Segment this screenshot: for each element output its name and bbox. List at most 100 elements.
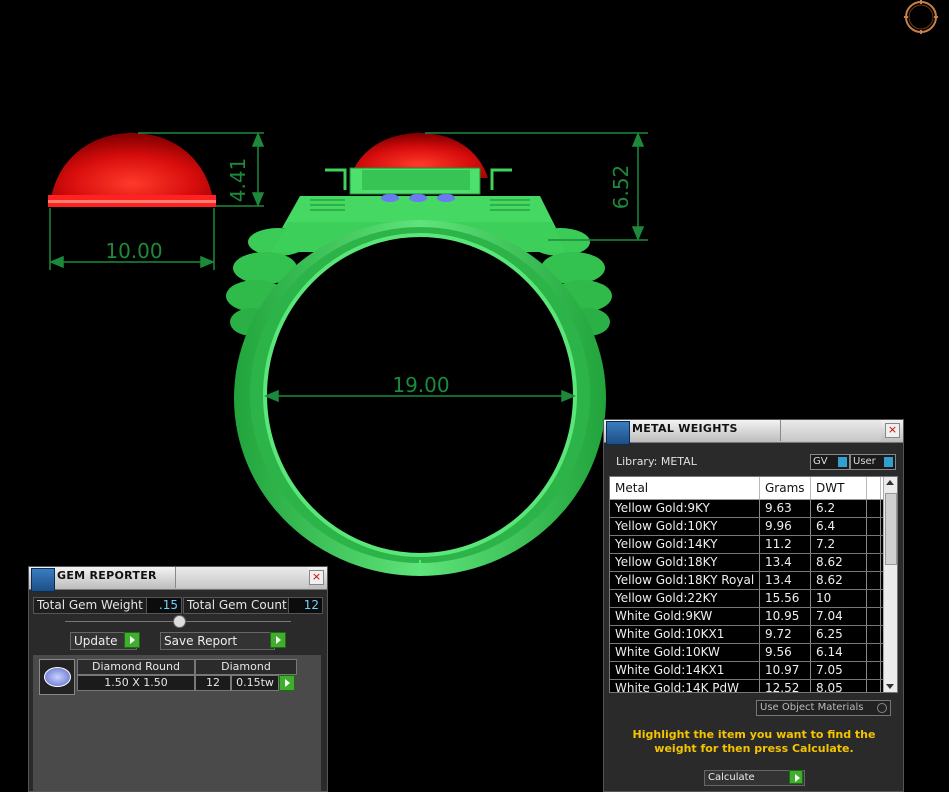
- dwt-cell: 7.05: [811, 662, 867, 679]
- grams-cell: 9.72: [760, 626, 811, 643]
- user-toggle[interactable]: User: [850, 454, 896, 470]
- table-row[interactable]: White Gold:9KW 10.95 7.04: [610, 608, 897, 626]
- total-gem-count-value: 12: [288, 597, 323, 614]
- dwt-cell: 6.14: [811, 644, 867, 661]
- scroll-down-icon[interactable]: [886, 684, 894, 689]
- dwt-cell: 6.4: [811, 518, 867, 535]
- table-body: Yellow Gold:9KY 9.63 6.2 Yellow Gold:10KY 9.…: [610, 500, 897, 692]
- metal-cell: Yellow Gold:9KY: [610, 500, 760, 517]
- gv-toggle[interactable]: GV: [810, 454, 850, 470]
- grams-cell: 13.4: [760, 572, 811, 589]
- table-row[interactable]: Yellow Gold:9KY 9.63 6.2: [610, 500, 897, 518]
- gem-name: Diamond Round: [77, 659, 195, 675]
- dwt-cell: 8.05: [811, 680, 867, 692]
- save-report-button[interactable]: Save Report: [160, 632, 275, 650]
- metal-cell: Yellow Gold:18KY Royal: [610, 572, 760, 589]
- gem-reporter-icon: [31, 568, 55, 592]
- grams-cell: 9.56: [760, 644, 811, 661]
- title-tab: [175, 567, 308, 588]
- calculate-arrow-icon[interactable]: [789, 770, 803, 784]
- total-gem-weight-label: Total Gem Weight: [33, 597, 147, 614]
- gem-width-label: 10.00: [105, 239, 162, 263]
- ring-height-label: 6.52: [609, 165, 633, 210]
- scroll-up-icon[interactable]: [886, 480, 894, 485]
- update-label: Update: [74, 634, 118, 648]
- use-object-materials-label: Use Object Materials: [760, 702, 864, 713]
- metal-weights-icon: [606, 421, 630, 445]
- calculate-hint: Highlight the item you want to find the …: [632, 728, 876, 755]
- title-tab: [780, 420, 881, 441]
- save-report-label: Save Report: [164, 634, 238, 648]
- grams-cell: 10.95: [760, 608, 811, 625]
- table-header: Metal Grams DWT: [610, 477, 897, 500]
- c-extra: [867, 477, 881, 499]
- library-label: Library: METAL: [616, 455, 697, 468]
- use-object-materials-toggle[interactable]: Use Object Materials: [756, 700, 891, 716]
- dwt-cell: 6.2: [811, 500, 867, 517]
- metal-cell: White Gold:9KW: [610, 608, 760, 625]
- total-gem-count-label: Total Gem Count: [183, 597, 291, 614]
- metal-weights-table[interactable]: Metal Grams DWT Yellow Gold:9KY 9.63 6.2 Ye…: [609, 476, 898, 693]
- gem-dome: [48, 133, 216, 207]
- gem-height-label: 4.41: [226, 158, 250, 203]
- table-row[interactable]: Yellow Gold:18KY 13.4 8.62: [610, 554, 897, 572]
- ring-body: [226, 167, 612, 576]
- metal-cell: Yellow Gold:10KY: [610, 518, 760, 535]
- metal-cell: Yellow Gold:14KY: [610, 536, 760, 553]
- view-compass-icon[interactable]: [904, 0, 938, 34]
- collapse-toggle-icon[interactable]: [173, 615, 186, 628]
- diamond-round-icon: [39, 659, 75, 695]
- table-row[interactable]: White Gold:10KX1 9.72 6.25: [610, 626, 897, 644]
- table-scrollbar[interactable]: [883, 477, 897, 692]
- table-row[interactable]: White Gold:14KX1 10.97 7.05: [610, 662, 897, 680]
- grams-cell: 9.96: [760, 518, 811, 535]
- close-icon[interactable]: ×: [309, 570, 324, 585]
- table-row[interactable]: Yellow Gold:22KY 15.56 10: [610, 590, 897, 608]
- metal-cell: White Gold:10KW: [610, 644, 760, 661]
- column-header-dwt[interactable]: DWT: [811, 477, 867, 499]
- total-gem-weight-value: .15: [146, 597, 182, 614]
- grams-cell: 12.52: [760, 680, 811, 692]
- save-report-arrow-icon[interactable]: [270, 632, 286, 648]
- grams-cell: 11.2: [760, 536, 811, 553]
- gv-label: GV: [813, 456, 828, 467]
- gem-count: 12: [195, 675, 231, 691]
- dwt-cell: 10: [811, 590, 867, 607]
- gem-type: Diamond: [195, 659, 297, 675]
- table-row[interactable]: White Gold:14K PdW 12.52 8.05: [610, 680, 897, 692]
- metal-cell: White Gold:14KX1: [610, 662, 760, 679]
- metal-weights-titlebar[interactable]: METAL WEIGHTS ×: [604, 420, 903, 445]
- gem-reporter-titlebar[interactable]: GEM REPORTER ×: [29, 567, 327, 592]
- dwt-cell: 7.04: [811, 608, 867, 625]
- dwt-cell: 8.62: [811, 554, 867, 571]
- calculate-label: Calculate: [708, 772, 755, 783]
- update-arrow-icon[interactable]: [124, 632, 140, 648]
- table-row[interactable]: White Gold:10KW 9.56 6.14: [610, 644, 897, 662]
- dwt-cell: 6.25: [811, 626, 867, 643]
- gem-size: 1.50 X 1.50: [77, 675, 195, 691]
- column-header-metal[interactable]: Metal: [610, 477, 760, 499]
- grams-cell: 15.56: [760, 590, 811, 607]
- gem-list: Diamond Round 1.50 X 1.50 Diamond 12 0.1…: [33, 655, 321, 791]
- gem-select-arrow-icon[interactable]: [279, 675, 295, 691]
- dwt-cell: 8.62: [811, 572, 867, 589]
- metal-cell: White Gold:10KX1: [610, 626, 760, 643]
- metal-cell: White Gold:14K PdW: [610, 680, 760, 692]
- scroll-thumb[interactable]: [885, 493, 897, 565]
- gem-reporter-panel: GEM REPORTER × Total Gem Weight .15 Tota…: [28, 566, 328, 792]
- user-label: User: [853, 456, 876, 467]
- table-row[interactable]: Yellow Gold:18KY Royal 13.4 8.62: [610, 572, 897, 590]
- column-header-grams[interactable]: Grams: [760, 477, 811, 499]
- gem-reporter-title: GEM REPORTER: [57, 569, 157, 582]
- close-icon[interactable]: ×: [885, 423, 900, 438]
- table-row[interactable]: Yellow Gold:14KY 11.2 7.2: [610, 536, 897, 554]
- table-row[interactable]: Yellow Gold:10KY 9.96 6.4: [610, 518, 897, 536]
- grams-cell: 9.63: [760, 500, 811, 517]
- ring-diameter-label: 19.00: [392, 373, 449, 397]
- dwt-cell: 7.2: [811, 536, 867, 553]
- grams-cell: 13.4: [760, 554, 811, 571]
- grams-cell: 10.97: [760, 662, 811, 679]
- metal-weights-panel: METAL WEIGHTS × Library: METAL GV User M…: [603, 419, 904, 792]
- gem-weight: 0.15tw: [231, 675, 279, 691]
- metal-cell: Yellow Gold:18KY: [610, 554, 760, 571]
